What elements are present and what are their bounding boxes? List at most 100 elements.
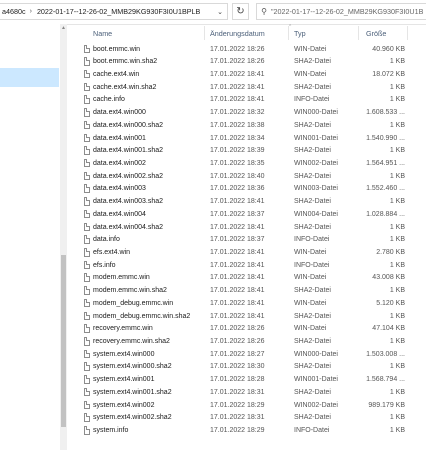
file-row[interactable]: system.info 17.01.2022 18:29 INFO-Datei 1 K…: [67, 425, 426, 438]
file-icon: [84, 158, 90, 168]
file-row[interactable]: boot.emmc.win 17.01.2022 18:26 WIN-Datei 40…: [67, 43, 426, 56]
file-type: INFO-Datei: [294, 96, 330, 104]
file-type: SHA2-Datei: [294, 312, 331, 320]
file-date: 17.01.2022 18:26: [210, 325, 265, 333]
file-size: 43.008 KB: [372, 274, 405, 282]
column-date[interactable]: Änderungsdatum: [210, 29, 265, 38]
column-size[interactable]: Größe: [366, 29, 386, 38]
scroll-up-arrow-icon[interactable]: ▲: [61, 26, 66, 31]
file-row[interactable]: boot.emmc.win.sha2 17.01.2022 18:26 SHA2-D…: [67, 56, 426, 69]
file-icon: [84, 413, 90, 422]
file-row[interactable]: cache.info 17.01.2022 18:41 INFO-Datei 1 KB: [67, 94, 426, 107]
file-name: data.ext4.win003.sha2: [93, 198, 164, 206]
column-divider[interactable]: [407, 26, 408, 40]
file-row[interactable]: modem.emmc.win.sha2 17.01.2022 18:41 SHA2-…: [67, 285, 426, 298]
file-type: SHA2-Datei: [294, 172, 331, 180]
file-type: INFO-Datei: [294, 261, 330, 269]
column-divider[interactable]: [288, 26, 289, 40]
file-name: data.ext4.win004.sha2: [93, 223, 164, 231]
file-type: SHA2-Datei: [294, 58, 331, 66]
file-row[interactable]: data.ext4.win001 17.01.2022 18:34 WIN001-D…: [67, 132, 426, 145]
file-icon: [84, 171, 90, 181]
breadcrumb-current[interactable]: 2022-01-17--12-26-02_MMB29KG930F3I0U1BPL…: [35, 7, 201, 16]
file-row[interactable]: data.ext4.win004 17.01.2022 18:37 WIN004-D…: [67, 208, 426, 221]
search-input[interactable]: ⚲ "2022-01-17--12-26-02_MMB29KG930F3I0U1…: [256, 3, 426, 20]
chevron-down-icon[interactable]: ⌄: [213, 4, 227, 19]
file-type: SHA2-Datei: [294, 223, 331, 231]
file-date: 17.01.2022 18:37: [210, 236, 265, 244]
file-row[interactable]: efs.ext4.win 17.01.2022 18:41 WIN-Datei 2.7…: [67, 247, 426, 260]
file-date: 17.01.2022 18:41: [210, 287, 265, 295]
file-date: 17.01.2022 18:26: [210, 338, 265, 346]
file-list: boot.emmc.win 17.01.2022 18:26 WIN-Datei 40…: [67, 43, 426, 437]
file-type: SHA2-Datei: [294, 414, 331, 422]
file-date: 17.01.2022 18:38: [210, 121, 265, 129]
file-name: cache.ext4.win: [93, 70, 140, 78]
file-row[interactable]: system.ext4.win001.sha2 17.01.2022 18:31 S…: [67, 386, 426, 399]
column-divider[interactable]: [358, 26, 359, 40]
file-row[interactable]: system.ext4.win002.sha2 17.01.2022 18:31 S…: [67, 412, 426, 425]
search-placeholder: "2022-01-17--12-26-02_MMB29KG930F3I0U1B: [271, 7, 424, 16]
chevron-right-icon[interactable]: ›: [27, 8, 35, 15]
nav-selected-item[interactable]: [0, 68, 59, 87]
file-type: SHA2-Datei: [294, 83, 331, 91]
file-row[interactable]: modem.emmc.win 17.01.2022 18:41 WIN-Datei 4…: [67, 272, 426, 285]
file-name: system.info: [93, 427, 129, 435]
breadcrumb[interactable]: a4680c › 2022-01-17--12-26-02_MMB29KG930…: [0, 3, 228, 20]
file-row[interactable]: data.ext4.win000 17.01.2022 18:32 WIN000-D…: [67, 107, 426, 120]
file-size: 1 KB: [389, 147, 405, 155]
file-row[interactable]: system.ext4.win000.sha2 17.01.2022 18:30 S…: [67, 361, 426, 374]
file-icon: [84, 337, 90, 346]
file-row[interactable]: data.ext4.win002.sha2 17.01.2022 18:40 SHA…: [67, 170, 426, 183]
file-type: WIN004-Datei: [294, 210, 338, 218]
file-name: efs.info: [93, 261, 116, 269]
file-type: SHA2-Datei: [294, 338, 331, 346]
nav-scrollbar-thumb[interactable]: [61, 255, 66, 427]
file-row[interactable]: efs.info 17.01.2022 18:41 INFO-Datei 1 KB: [67, 259, 426, 272]
file-row[interactable]: system.ext4.win002 17.01.2022 18:29 WIN002…: [67, 399, 426, 412]
file-row[interactable]: data.ext4.win000.sha2 17.01.2022 18:38 SHA…: [67, 119, 426, 132]
file-date: 17.01.2022 18:41: [210, 274, 265, 282]
file-name: system.ext4.win001: [93, 376, 155, 384]
column-name[interactable]: Name: [93, 29, 112, 38]
file-row[interactable]: recovery.emmc.win.sha2 17.01.2022 18:26 SH…: [67, 336, 426, 349]
file-row[interactable]: data.ext4.win003.sha2 17.01.2022 18:41 SHA…: [67, 196, 426, 209]
file-icon: [84, 146, 90, 155]
column-type[interactable]: Typ: [294, 29, 306, 38]
file-date: 17.01.2022 18:32: [210, 109, 265, 117]
file-row[interactable]: cache.ext4.win.sha2 17.01.2022 18:41 SHA2-…: [67, 81, 426, 94]
file-size: 989.179 KB: [368, 401, 405, 409]
file-type: WIN001-Datei: [294, 376, 338, 384]
navigation-pane[interactable]: [0, 24, 60, 450]
refresh-icon[interactable]: ↻: [232, 3, 249, 20]
file-type: WIN-Datei: [294, 249, 327, 256]
file-row[interactable]: modem_debug.emmc.win 17.01.2022 18:41 WIN-…: [67, 297, 426, 310]
file-row[interactable]: data.ext4.win004.sha2 17.01.2022 18:41 SHA…: [67, 221, 426, 234]
file-row[interactable]: data.ext4.win001.sha2 17.01.2022 18:39 SHA…: [67, 145, 426, 158]
file-size: 1.552.460 ...: [366, 185, 405, 193]
file-date: 17.01.2022 18:30: [210, 363, 265, 371]
file-row[interactable]: data.info 17.01.2022 18:37 INFO-Datei 1 KB: [67, 234, 426, 247]
file-icon: [84, 108, 90, 117]
file-name: data.ext4.win002.sha2: [93, 172, 164, 180]
file-icon: [84, 400, 90, 410]
file-name: efs.ext4.win: [93, 249, 130, 256]
file-type: WIN000-Datei: [294, 109, 338, 117]
column-header: ⌃ Name Änderungsdatum Typ Größe: [67, 24, 426, 42]
file-row[interactable]: recovery.emmc.win 17.01.2022 18:26 WIN-Dat…: [67, 323, 426, 336]
file-row[interactable]: data.ext4.win003 17.01.2022 18:36 WIN003-D…: [67, 183, 426, 196]
file-date: 17.01.2022 18:41: [210, 70, 265, 78]
file-icon: [84, 286, 90, 295]
file-icon: [84, 375, 90, 384]
file-row[interactable]: modem_debug.emmc.win.sha2 17.01.2022 18:4…: [67, 310, 426, 323]
file-row[interactable]: system.ext4.win001 17.01.2022 18:28 WIN001…: [67, 374, 426, 387]
file-row[interactable]: system.ext4.win000 17.01.2022 18:27 WIN000…: [67, 348, 426, 361]
breadcrumb-parent[interactable]: a4680c: [0, 7, 27, 16]
column-divider[interactable]: [204, 26, 205, 40]
file-icon: [84, 362, 90, 371]
file-row[interactable]: data.ext4.win002 17.01.2022 18:35 WIN002-D…: [67, 157, 426, 170]
file-row[interactable]: cache.ext4.win 17.01.2022 18:41 WIN-Datei 1…: [67, 68, 426, 81]
file-date: 17.01.2022 18:37: [210, 210, 265, 218]
file-date: 17.01.2022 18:41: [210, 249, 265, 256]
file-icon: [84, 120, 90, 130]
